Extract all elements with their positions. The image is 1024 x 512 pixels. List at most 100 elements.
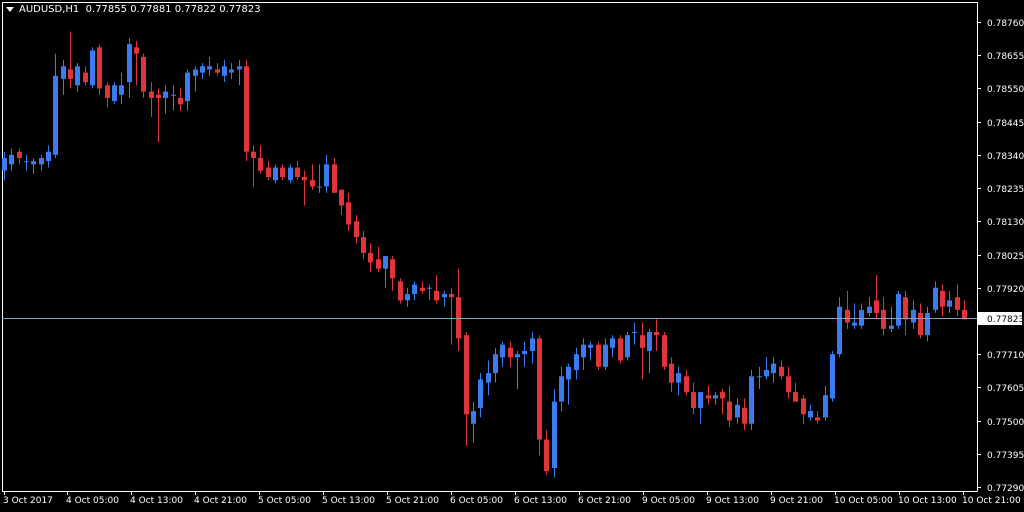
symbol-label: AUDUSD,H1	[19, 4, 80, 15]
y-tick-label: 0.78445	[987, 119, 1024, 129]
axes	[2, 2, 978, 492]
candle-body	[676, 373, 681, 383]
candle-body	[522, 350, 527, 355]
candle-body	[237, 66, 242, 70]
candle-body	[493, 354, 498, 374]
candle-body	[757, 376, 762, 378]
candle-body	[691, 392, 696, 408]
candles	[2, 31, 967, 478]
candle-body	[625, 335, 630, 358]
candle-body	[141, 56, 146, 92]
y-tick-label: 0.78760	[987, 19, 1024, 29]
candle-body	[918, 313, 923, 336]
y-tick-label: 0.78235	[987, 185, 1024, 195]
candle-body	[815, 417, 820, 421]
candle-body	[376, 259, 381, 269]
candle-body	[390, 259, 395, 279]
candle-body	[471, 411, 476, 424]
candle-body	[647, 332, 652, 351]
candle-body	[354, 221, 359, 238]
candle-body	[596, 344, 601, 367]
candle-body	[83, 72, 88, 83]
candle-body	[17, 151, 22, 159]
candle-body	[669, 363, 674, 383]
candle-body	[222, 66, 227, 76]
candle-body	[486, 373, 491, 383]
candle-body	[867, 306, 872, 314]
x-tick-label: 10 Oct 21:00	[962, 496, 1021, 506]
candle-body	[368, 252, 373, 263]
x-axis-ticks: 3 Oct 2017 4 Oct 05:00 4 Oct 13:00 4 Oct 21…	[3, 491, 1021, 506]
x-tick-label: 4 Oct 05:00	[66, 496, 119, 506]
candlestick-chart[interactable]: 0.78760 0.78655 0.78550 0.78445 0.78340 0.782…	[0, 0, 1024, 512]
candle-body	[771, 363, 776, 374]
x-tick-label: 9 Oct 13:00	[706, 496, 759, 506]
candle-body	[889, 325, 894, 329]
y-tick-label: 0.78655	[987, 52, 1024, 62]
candle-body	[90, 50, 95, 86]
dropdown-triangle-icon[interactable]	[6, 6, 14, 12]
candle-body	[735, 404, 740, 418]
y-tick-label: 0.77290	[987, 484, 1024, 494]
candle-body	[962, 309, 967, 320]
candle-body	[515, 354, 520, 358]
candle-body	[537, 338, 542, 440]
candle-body	[544, 439, 549, 472]
candle-body	[24, 161, 29, 163]
candle-body	[207, 66, 212, 70]
candle-body	[742, 407, 747, 424]
candle-body	[46, 151, 51, 162]
x-tick-label: 10 Oct 05:00	[834, 496, 893, 506]
candle-body	[456, 297, 461, 339]
y-tick-label: 0.77500	[987, 418, 1024, 428]
x-tick-label: 6 Oct 05:00	[450, 496, 503, 506]
candle-body	[720, 392, 725, 399]
x-tick-label: 10 Oct 13:00	[898, 496, 957, 506]
candle-body	[808, 411, 813, 418]
candle-body	[112, 85, 117, 102]
candle-body	[449, 294, 454, 298]
x-tick-label: 9 Oct 05:00	[642, 496, 695, 506]
candle-body	[706, 395, 711, 399]
candle-body	[361, 237, 366, 253]
candle-body	[925, 313, 930, 336]
candle-body	[127, 44, 132, 83]
candle-body	[251, 151, 256, 159]
candle-body	[185, 72, 190, 102]
candle-body	[149, 91, 154, 98]
candle-body	[134, 47, 139, 54]
candle-body	[874, 300, 879, 314]
candle-body	[779, 366, 784, 377]
candle-body	[955, 297, 960, 310]
candle-body	[713, 395, 718, 399]
y-tick-label: 0.78130	[987, 218, 1024, 228]
candle-body	[317, 186, 322, 188]
candle-body	[654, 332, 659, 336]
candle-body	[698, 392, 703, 408]
candle-body	[405, 294, 410, 301]
y-axis-ticks: 0.78760 0.78655 0.78550 0.78445 0.78340 0.782…	[977, 19, 1024, 494]
candle-body	[339, 189, 344, 206]
candle-body	[39, 158, 44, 165]
candle-body	[31, 161, 36, 165]
x-tick-label: 3 Oct 2017	[3, 496, 53, 506]
candle-body	[75, 66, 80, 86]
candle-body	[603, 344, 608, 367]
candle-body	[632, 332, 637, 333]
x-tick-label: 4 Oct 13:00	[130, 496, 183, 506]
x-tick-label: 6 Oct 21:00	[578, 496, 631, 506]
ohlc-values: 0.77855 0.77881 0.77822 0.77823	[85, 4, 261, 15]
candle-body	[383, 256, 388, 269]
candle-body	[324, 164, 329, 187]
candle-body	[618, 338, 623, 361]
candle-body	[845, 309, 850, 323]
candle-body	[97, 47, 102, 89]
candle-body	[749, 376, 754, 424]
candle-body	[178, 97, 183, 105]
candle-body	[588, 344, 593, 348]
candle-body	[193, 69, 198, 76]
candle-body	[258, 158, 263, 171]
candle-body	[764, 369, 769, 377]
candle-body	[581, 344, 586, 358]
candle-body	[464, 335, 469, 415]
